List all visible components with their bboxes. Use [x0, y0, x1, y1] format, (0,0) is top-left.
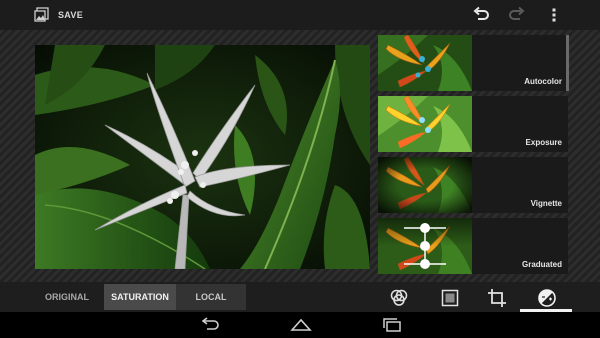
home-icon[interactable] [290, 317, 312, 333]
undo-icon[interactable] [472, 6, 490, 24]
tab-local[interactable]: LOCAL [176, 284, 246, 310]
filter-graduated[interactable]: Graduated [378, 218, 568, 274]
editor-workspace: Autocolor Exposure Vignette Graduated [0, 30, 600, 282]
redo-icon[interactable] [508, 6, 526, 24]
tab-original[interactable]: ORIGINAL [30, 284, 104, 310]
filter-graduated-thumbnail [378, 218, 472, 274]
system-navigation-bar [0, 312, 600, 338]
filter-autocolor-thumbnail [378, 35, 472, 91]
gallery-icon [34, 7, 49, 22]
filter-vignette-thumbnail [378, 157, 472, 213]
crop-icon[interactable] [487, 288, 507, 308]
filter-graduated-label: Graduated [521, 260, 562, 269]
filter-strip: Autocolor Exposure Vignette Graduated [378, 35, 568, 275]
overflow-menu-icon[interactable] [545, 6, 563, 24]
save-label: SAVE [58, 10, 84, 20]
photo-preview[interactable] [35, 45, 370, 269]
filter-exposure-thumbnail [378, 96, 472, 152]
filter-exposure[interactable]: Exposure [378, 96, 568, 152]
recent-apps-icon[interactable] [381, 317, 403, 333]
filter-vignette-label: Vignette [530, 199, 562, 208]
editor-bottom-panel: ORIGINAL SATURATION LOCAL [0, 282, 600, 312]
border-icon[interactable] [440, 288, 460, 308]
save-button[interactable]: SAVE [34, 0, 83, 30]
effects-icon[interactable] [389, 288, 409, 308]
adjust-icon[interactable] [537, 288, 557, 308]
filter-strip-scrollbar[interactable] [566, 35, 569, 91]
filter-vignette[interactable]: Vignette [378, 157, 568, 213]
filter-autocolor[interactable]: Autocolor [378, 35, 568, 91]
tab-saturation[interactable]: SATURATION [104, 284, 176, 310]
filter-exposure-label: Exposure [525, 138, 562, 147]
action-bar: SAVE [0, 0, 600, 30]
filter-autocolor-label: Autocolor [524, 77, 562, 86]
back-icon[interactable] [199, 317, 221, 333]
